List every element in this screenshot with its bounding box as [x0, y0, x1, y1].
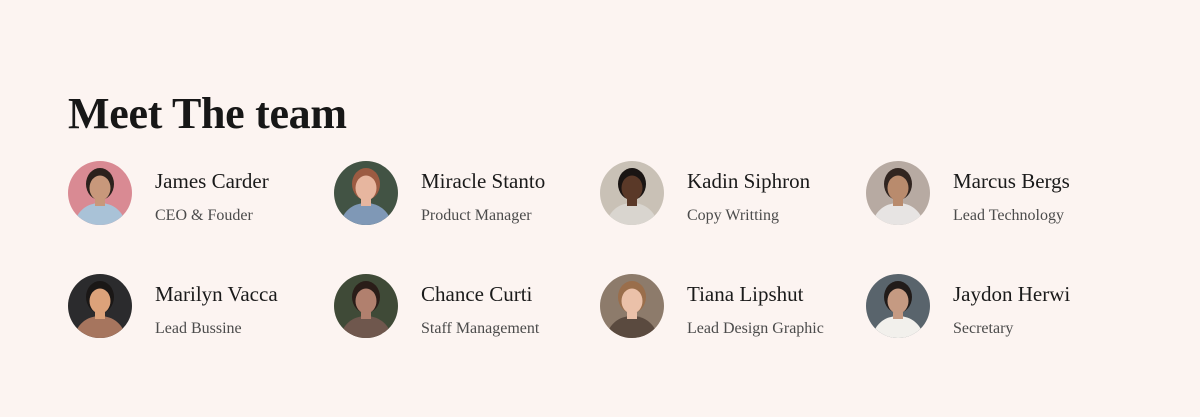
avatar [866, 274, 930, 338]
avatar [866, 161, 930, 225]
member-name: Marcus Bergs [953, 169, 1070, 193]
member-name: Marilyn Vacca [155, 282, 278, 306]
team-member-card: Tiana Lipshut Lead Design Graphic [600, 274, 860, 340]
team-member-card: Marcus Bergs Lead Technology [866, 161, 1126, 227]
portrait-image [334, 161, 398, 225]
portrait-image [866, 274, 930, 338]
portrait-image [866, 161, 930, 225]
section-title: Meet The team [68, 89, 347, 138]
avatar [600, 161, 664, 225]
member-name: Jaydon Herwi [953, 282, 1071, 306]
member-role: Secretary [953, 320, 1014, 337]
member-role: Lead Bussine [155, 320, 242, 337]
portrait-image [68, 274, 132, 338]
avatar [334, 274, 398, 338]
member-name: Chance Curti [421, 282, 533, 306]
member-role: Lead Technology [953, 207, 1064, 224]
team-section: Meet The team James Carder CEO & Fouder … [68, 0, 1178, 417]
member-role: Copy Writting [687, 207, 779, 224]
member-role: Product Manager [421, 207, 532, 224]
member-role: Staff Management [421, 320, 540, 337]
member-name: James Carder [155, 169, 269, 193]
team-member-card: Jaydon Herwi Secretary [866, 274, 1126, 340]
member-role: Lead Design Graphic [687, 320, 824, 337]
portrait-image [600, 274, 664, 338]
portrait-image [600, 161, 664, 225]
team-member-card: James Carder CEO & Fouder [68, 161, 328, 227]
team-member-card: Kadin Siphron Copy Writting [600, 161, 860, 227]
member-name: Tiana Lipshut [687, 282, 804, 306]
team-member-card: Miracle Stanto Product Manager [334, 161, 594, 227]
avatar [334, 161, 398, 225]
portrait-image [68, 161, 132, 225]
member-name: Kadin Siphron [687, 169, 811, 193]
avatar [600, 274, 664, 338]
member-name: Miracle Stanto [421, 169, 546, 193]
portrait-image [334, 274, 398, 338]
team-member-card: Chance Curti Staff Management [334, 274, 594, 340]
avatar [68, 161, 132, 225]
member-role: CEO & Fouder [155, 207, 253, 224]
team-member-card: Marilyn Vacca Lead Bussine [68, 274, 328, 340]
avatar [68, 274, 132, 338]
